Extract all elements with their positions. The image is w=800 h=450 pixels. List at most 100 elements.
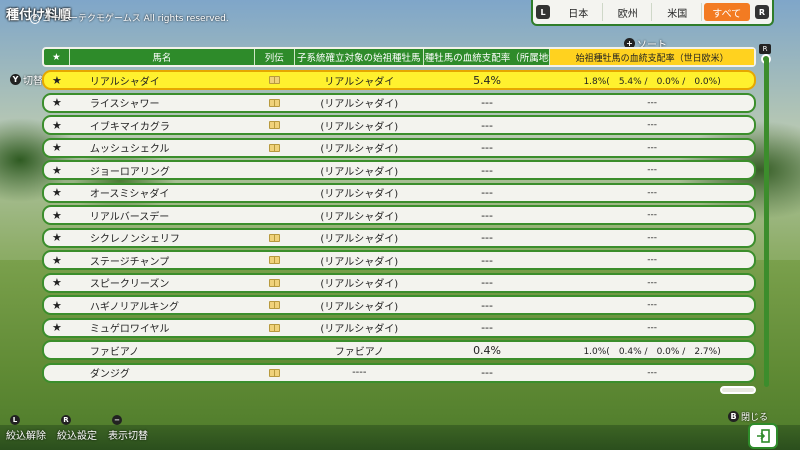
- l-button-icon: L: [10, 415, 20, 425]
- biography-cell[interactable]: [255, 230, 295, 246]
- biography-cell[interactable]: [255, 162, 295, 178]
- table-row[interactable]: ★ シクレノンシェリフ (リアルシャダイ) --- ---: [42, 227, 756, 248]
- biography-cell[interactable]: [255, 297, 295, 313]
- table-row[interactable]: ダンジグ ---- --- ---: [42, 362, 756, 383]
- local-dominance: ---: [481, 321, 493, 334]
- filter-settings-label: 絞込設定: [57, 431, 97, 442]
- header-world-dominance[interactable]: 始祖種牡馬の血統支配率（世日欧米）: [550, 49, 754, 65]
- clear-filter-label: 絞込解除: [6, 431, 46, 442]
- tab-usa[interactable]: 米国: [654, 3, 702, 21]
- table-row[interactable]: ★ ミュゲロワイヤル (リアルシャダイ) --- ---: [42, 317, 756, 338]
- book-icon[interactable]: [269, 301, 281, 309]
- book-icon[interactable]: [269, 278, 281, 287]
- clear-filter-button[interactable]: L 絞込解除: [6, 415, 46, 442]
- favorite-star-icon[interactable]: ★: [44, 185, 70, 201]
- table-row[interactable]: ★ オースミシャダイ (リアルシャダイ) --- ---: [42, 182, 756, 203]
- filter-settings-button[interactable]: R 絞込設定: [57, 415, 97, 442]
- exit-door-icon: [757, 429, 770, 443]
- table-row[interactable]: ★ ステージチャンプ (リアルシャダイ) --- ---: [42, 250, 756, 270]
- horse-name: ライスシャワー: [89, 99, 160, 110]
- world-dominance: 1.0%( 0.4% / 0.0% / 2.7%): [583, 346, 721, 357]
- book-icon[interactable]: [269, 121, 281, 129]
- table-row[interactable]: ★ スピークリーズン (リアルシャダイ) --- ---: [42, 272, 756, 293]
- table-row[interactable]: ★ リアルシャダイ リアルシャダイ 5.4% 1.8%( 5.4% / 0.0% / 0…: [42, 70, 756, 90]
- book-icon[interactable]: [269, 233, 281, 242]
- world-dominance: ---: [647, 232, 657, 243]
- r-button-icon: R: [61, 415, 71, 425]
- header-horse-name[interactable]: 馬名: [70, 49, 255, 65]
- table-row[interactable]: ★ ムッシュシェクル (リアルシャダイ) --- ---: [42, 137, 756, 158]
- favorite-star-icon[interactable]: ★: [44, 320, 70, 336]
- toggle-display-button[interactable]: − 表示切替: [108, 415, 148, 442]
- founder-sire: (リアルシャダイ): [320, 211, 399, 223]
- tab-all[interactable]: すべて: [703, 3, 750, 21]
- r-button-icon[interactable]: R: [755, 5, 769, 19]
- filter-switch-button[interactable]: Y 切替: [10, 72, 43, 87]
- favorite-star-icon[interactable]: ★: [44, 140, 70, 156]
- favorite-star-icon[interactable]: ★: [44, 162, 70, 178]
- table-row[interactable]: ★ ハギノリアルキング (リアルシャダイ) --- ---: [42, 295, 756, 315]
- biography-cell[interactable]: [255, 140, 295, 156]
- region-tabs: L 日本 欧州 米国 すべて R: [531, 0, 774, 26]
- world-dominance: ---: [647, 120, 657, 130]
- book-icon[interactable]: [269, 368, 281, 377]
- horse-name: ジョーロアリング: [89, 166, 170, 178]
- table-header: ★ 馬名 列伝 子系統確立対象の始祖種牡馬 始祖種牡馬の血統支配率（所属地域） …: [42, 47, 756, 67]
- favorite-star-icon[interactable]: ★: [44, 252, 70, 268]
- biography-cell[interactable]: [255, 117, 295, 133]
- biography-cell[interactable]: [255, 95, 295, 111]
- founder-sire: (リアルシャダイ): [320, 99, 399, 110]
- scrollbar-track[interactable]: [764, 57, 769, 387]
- world-dominance: ---: [647, 142, 657, 153]
- world-dominance: ---: [647, 187, 657, 198]
- table-row[interactable]: ★ ライスシャワー (リアルシャダイ) --- ---: [42, 92, 756, 113]
- founder-sire: (リアルシャダイ): [320, 256, 399, 268]
- copyright-label: コーエーテクモゲームス All rights reserved.: [42, 14, 229, 24]
- book-icon[interactable]: [269, 323, 281, 332]
- book-icon[interactable]: [269, 256, 281, 264]
- table-row[interactable]: ★ ジョーロアリング (リアルシャダイ) --- ---: [42, 160, 756, 180]
- founder-sire: (リアルシャダイ): [320, 324, 399, 335]
- l-button-icon[interactable]: L: [536, 5, 550, 19]
- r-stick-icon: R: [759, 44, 771, 54]
- tab-europe[interactable]: 欧州: [605, 3, 652, 21]
- table-row[interactable]: ★ イブキマイカグラ (リアルシャダイ) --- ---: [42, 115, 756, 135]
- table-row[interactable]: ファビアノ ファビアノ 0.4% 1.0%( 0.4% / 0.0% / 2.7%): [42, 340, 756, 360]
- favorite-star-icon[interactable]: ★: [44, 275, 70, 291]
- stallion-table: ★ 馬名 列伝 子系統確立対象の始祖種牡馬 始祖種牡馬の血統支配率（所属地域） …: [42, 47, 756, 385]
- favorite-star-icon[interactable]: ★: [44, 117, 70, 133]
- biography-cell[interactable]: [255, 342, 295, 358]
- close-label: 閉じる: [741, 413, 769, 423]
- biography-cell[interactable]: [255, 320, 295, 336]
- favorite-star-icon[interactable]: ★: [44, 72, 70, 88]
- favorite-star-icon[interactable]: ★: [44, 230, 70, 246]
- horse-name: ダンジグ: [89, 369, 130, 380]
- world-dominance: ---: [647, 165, 657, 175]
- header-star[interactable]: ★: [44, 49, 70, 65]
- table-row[interactable]: ★ リアルバースデー (リアルシャダイ) --- ---: [42, 205, 756, 225]
- founder-sire: (リアルシャダイ): [320, 144, 399, 155]
- favorite-star-icon[interactable]: [44, 342, 70, 358]
- favorite-star-icon[interactable]: ★: [44, 297, 70, 313]
- biography-cell[interactable]: [255, 365, 295, 381]
- favorite-star-icon[interactable]: ★: [44, 95, 70, 111]
- biography-cell[interactable]: [255, 207, 295, 223]
- founder-sire: (リアルシャダイ): [320, 166, 399, 178]
- favorite-star-icon[interactable]: ★: [44, 207, 70, 223]
- book-icon[interactable]: [269, 76, 281, 84]
- horse-name: ハギノリアルキング: [89, 301, 180, 313]
- exit-button[interactable]: [748, 423, 778, 449]
- header-biography[interactable]: 列伝: [255, 49, 295, 65]
- header-local-dominance[interactable]: 始祖種牡馬の血統支配率（所属地域）: [424, 49, 551, 65]
- biography-cell[interactable]: [255, 252, 295, 268]
- scroll-indicator: [720, 386, 756, 394]
- tab-japan[interactable]: 日本: [555, 3, 603, 21]
- favorite-star-icon[interactable]: [44, 365, 70, 381]
- biography-cell[interactable]: [255, 185, 295, 201]
- book-icon[interactable]: [269, 143, 281, 152]
- biography-cell[interactable]: [255, 72, 295, 88]
- header-founder-sire[interactable]: 子系統確立対象の始祖種牡馬: [295, 49, 424, 65]
- book-icon[interactable]: [269, 98, 281, 107]
- biography-cell[interactable]: [255, 275, 295, 291]
- world-dominance: ---: [647, 300, 657, 310]
